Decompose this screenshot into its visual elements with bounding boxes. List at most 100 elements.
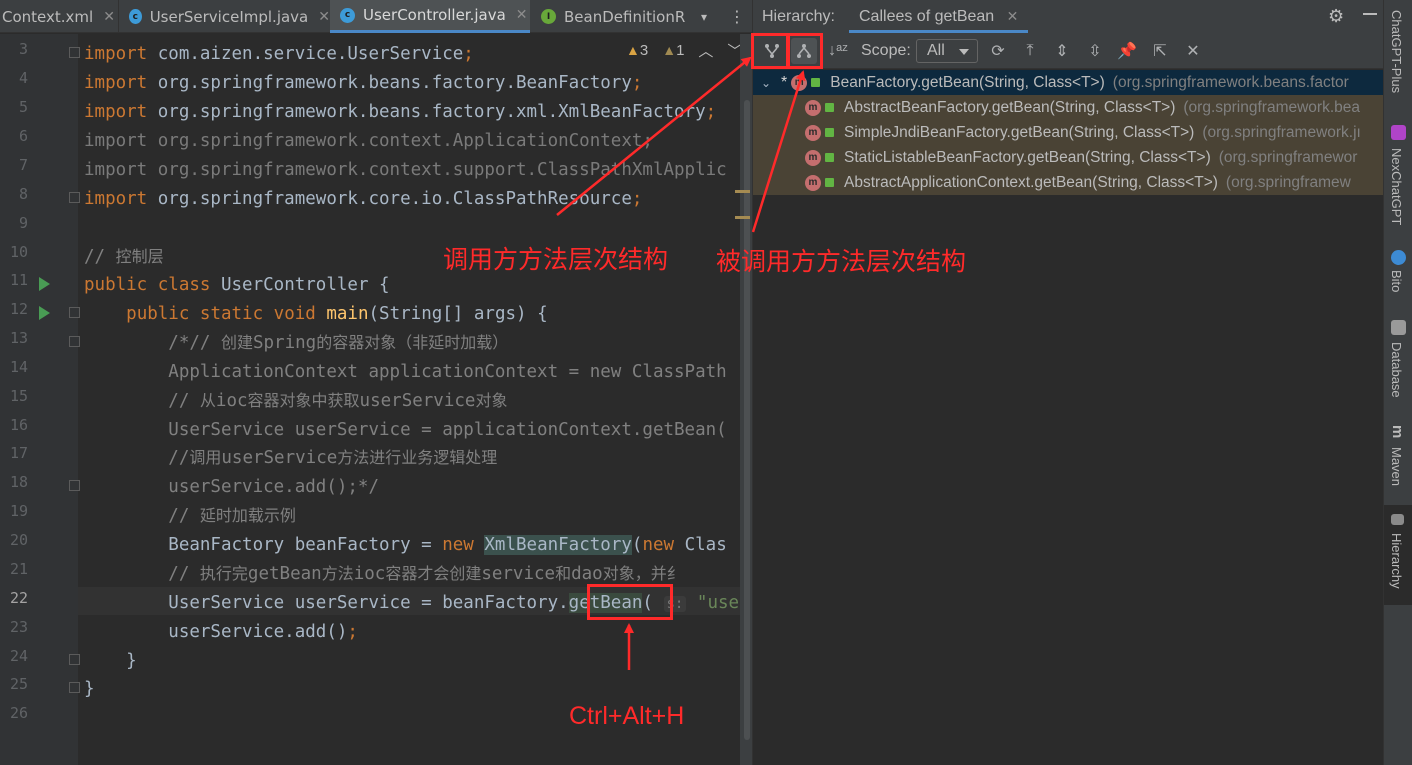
tree-row[interactable]: m AbstractApplicationContext.getBean(Str… — [753, 170, 1384, 195]
line-number: 7 — [18, 156, 28, 174]
tool-nexchatgpt[interactable]: NexChatGPT — [1389, 148, 1404, 225]
close-icon[interactable]: ✕ — [103, 9, 115, 25]
line-number: 21 — [9, 560, 28, 578]
scope-select[interactable]: All — [916, 39, 978, 63]
run-icon[interactable] — [39, 277, 50, 291]
tab-callees[interactable]: Callees of getBean ✕ — [849, 0, 1029, 33]
tree-row[interactable]: m SimpleJndiBeanFactory.getBean(String, … — [753, 120, 1384, 145]
close-icon[interactable]: ✕ — [516, 7, 528, 23]
tab-userserviceimpl[interactable]: c UserServiceImpl.java ✕ — [118, 0, 330, 33]
code-line: // 从ioc容器对象中获取userService对象 — [84, 391, 508, 411]
tree-row[interactable]: m AbstractBeanFactory.getBean(String, Cl… — [753, 95, 1384, 120]
tab-label: Callees of getBean — [859, 8, 995, 25]
sort-alphabetically-button[interactable]: ↓ᵃᶻ — [825, 38, 851, 64]
code-line: import org.springframework.beans.factory… — [84, 73, 643, 93]
sort-icon: ↓ᵃᶻ — [828, 42, 848, 59]
weak-warning-icon: ▲ — [662, 42, 677, 58]
minimize-icon[interactable] — [1363, 13, 1377, 15]
tab-usercontroller[interactable]: c UserController.java ✕ — [330, 0, 530, 33]
refresh-button[interactable]: ⟳ — [985, 38, 1011, 64]
line-number: 15 — [9, 387, 28, 405]
method-icon: m — [805, 149, 821, 166]
close-icon[interactable]: ✕ — [1007, 8, 1019, 24]
callee-tree[interactable]: ⌄ * m BeanFactory.getBean(String, Class<… — [753, 70, 1384, 765]
class-icon: c — [340, 7, 355, 23]
tree-root-row[interactable]: ⌄ * m BeanFactory.getBean(String, Class<… — [753, 70, 1384, 95]
export-button[interactable]: ⇱ — [1147, 38, 1173, 64]
callee-annotation-label: 被调用方方法层次结构 — [716, 247, 967, 276]
gear-icon[interactable]: ⚙ — [1328, 0, 1344, 33]
code-line: /*// 创建Spring的容器对象（非延时加载） — [84, 333, 509, 353]
line-number: 14 — [9, 358, 28, 376]
class-icon: c — [129, 9, 142, 24]
code-editor: Context.xml ✕ c UserServiceImpl.java ✕ c… — [0, 0, 752, 765]
tool-database[interactable]: Database — [1389, 342, 1404, 398]
pin-tab-button[interactable]: 📌 — [1114, 38, 1140, 64]
inspection-widget[interactable]: ▲3 ▲1 ︿ ﹀ — [626, 40, 742, 61]
line-number: 25 — [9, 675, 28, 693]
tab-beandefinition[interactable]: I BeanDefinitionR — [531, 0, 691, 33]
tool-bito[interactable]: Bito — [1389, 270, 1404, 292]
error-stripe-mark[interactable] — [735, 216, 750, 219]
method-icon: m — [791, 74, 808, 91]
tool-hierarchy[interactable]: Hierarchy — [1389, 533, 1404, 589]
tab-label: UserServiceImpl.java — [149, 7, 309, 26]
method-icon: m — [805, 124, 821, 141]
interface-icon: I — [541, 9, 556, 24]
tab-context-xml[interactable]: Context.xml ✕ — [0, 0, 118, 33]
nexchatgpt-icon — [1391, 125, 1406, 140]
navigate-up-button[interactable]: ⤒ — [1017, 38, 1043, 64]
line-number: 26 — [9, 704, 28, 722]
chevron-down-icon[interactable]: ⌄ — [761, 76, 771, 90]
code-line: public class UserController { — [84, 275, 390, 295]
code-line: } — [84, 679, 95, 699]
collapse-all-button[interactable]: ⇳ — [1082, 38, 1108, 64]
code-line: userService.add();*/ — [84, 477, 380, 497]
public-icon — [825, 128, 834, 137]
code-area[interactable]: import com.aizen.service.UserService; im… — [78, 34, 740, 765]
line-number: 22 — [9, 589, 28, 607]
method-name: AbstractBeanFactory.getBean(String, Clas… — [844, 98, 1176, 116]
tree-row[interactable]: m StaticListableBeanFactory.getBean(Stri… — [753, 145, 1384, 170]
editor-tab-bar: Context.xml ✕ c UserServiceImpl.java ✕ c… — [0, 0, 752, 33]
public-icon — [825, 153, 834, 162]
chevron-down-icon[interactable]: ▾ — [690, 0, 718, 33]
method-name: BeanFactory.getBean(String, Class<T>) — [830, 73, 1105, 91]
hierarchy-tool-window: Hierarchy: Callees of getBean ✕ ⚙ ↓ᵃᶻ Sc… — [752, 0, 1384, 765]
code-line: //调用userService方法进行业务逻辑处理 — [84, 448, 498, 468]
star-icon: * — [781, 73, 788, 91]
code-line: import org.springframework.beans.factory… — [84, 102, 717, 122]
expand-all-icon: ⇕ — [1055, 43, 1069, 60]
line-number: 17 — [9, 444, 28, 462]
hierarchy-icon — [1391, 514, 1404, 525]
export-icon: ⇱ — [1153, 43, 1167, 60]
weak-warnings-count[interactable]: ▲1 — [662, 42, 684, 59]
line-number: 18 — [9, 473, 28, 491]
warnings-count[interactable]: ▲3 — [626, 42, 648, 59]
close-hierarchy-button[interactable]: ✕ — [1180, 38, 1206, 64]
bito-icon — [1391, 250, 1406, 265]
method-name: AbstractApplicationContext.getBean(Strin… — [844, 173, 1218, 191]
run-icon[interactable] — [39, 306, 50, 320]
tab-label: UserController.java — [363, 6, 506, 24]
caller-annotation-label: 调用方方法层次结构 — [443, 245, 669, 274]
more-vertical-icon[interactable]: ⋮ — [728, 0, 746, 33]
expand-all-button[interactable]: ⇕ — [1049, 38, 1075, 64]
warning-icon: ▲ — [626, 42, 640, 58]
tool-chatgpt-plus[interactable]: ChatGPT-Plus — [1389, 10, 1404, 93]
tool-maven[interactable]: Maven — [1389, 447, 1404, 486]
package-name: (org.springframework.jı — [1202, 123, 1361, 141]
maven-icon: m — [1389, 425, 1406, 439]
public-icon — [811, 78, 821, 87]
close-icon: ✕ — [1186, 43, 1200, 60]
method-name: SimpleJndiBeanFactory.getBean(String, Cl… — [844, 123, 1195, 141]
line-number: 5 — [18, 98, 28, 116]
line-gutter: 3 4 5 6 7 8 9 10 11 12 13 14 15 16 17 18… — [0, 34, 80, 765]
error-stripe-mark[interactable] — [735, 190, 750, 193]
getbean-annotation-box — [587, 584, 673, 620]
line-number: 16 — [9, 416, 28, 434]
close-icon[interactable]: ✕ — [318, 9, 330, 25]
chevron-up-icon[interactable]: ︿ — [698, 40, 713, 61]
editor-scrollbar[interactable] — [744, 100, 750, 740]
code-line: import org.springframework.context.suppo… — [84, 160, 727, 180]
